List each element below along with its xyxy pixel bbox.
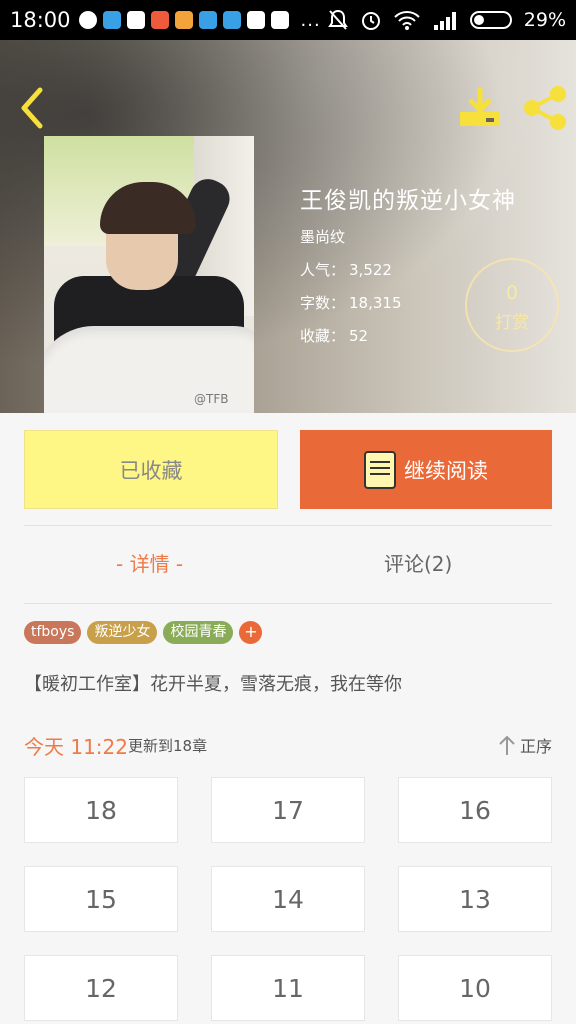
notification-icons: ... — [78, 9, 321, 31]
app-icon — [102, 11, 121, 29]
sort-toggle[interactable]: 正序 — [498, 733, 552, 757]
tag-list: tfboys 叛逆少女 校园青春 + — [24, 621, 263, 644]
tip-label: 打赏 — [495, 313, 529, 333]
book-header: @TFB 王俊凯的叛逆小女神 墨尚纹 人气： 3,522 字数： 18,315 收藏… — [0, 40, 576, 413]
chapter-button[interactable]: 14 — [211, 866, 365, 932]
qq-icon — [78, 11, 97, 29]
tip-button[interactable]: 0 打赏 — [465, 258, 559, 352]
mute-icon — [327, 9, 348, 30]
status-time: 18:00 — [10, 8, 71, 32]
app-icon — [150, 11, 169, 29]
chapter-button[interactable]: 17 — [211, 777, 365, 843]
continue-reading-label: 继续阅读 — [404, 458, 488, 483]
collected-label: 已收藏 — [119, 458, 183, 483]
app-icon — [198, 11, 217, 29]
popularity-label: 人气： — [300, 261, 346, 279]
chapter-button[interactable]: 13 — [398, 866, 552, 932]
tag-rebel-girl[interactable]: 叛逆少女 — [87, 621, 158, 644]
signal-icon — [433, 12, 456, 30]
alarm-icon — [361, 12, 380, 30]
more-notifications: ... — [300, 9, 321, 31]
chapter-button[interactable]: 12 — [24, 955, 178, 1021]
add-tag-button[interactable]: + — [239, 621, 263, 644]
update-text: 更新到18章 — [128, 737, 208, 755]
divider — [24, 525, 552, 526]
book-icon — [364, 450, 396, 489]
chapter-button[interactable]: 15 — [24, 866, 178, 932]
arrow-up-icon — [499, 735, 515, 755]
book-intro: 【暖初工作室】花开半夏，雪落无痕，我在等你 — [24, 674, 402, 695]
chapter-button[interactable]: 10 — [398, 955, 552, 1021]
update-row: 今天 11:22 更新到18章 正序 — [24, 731, 552, 759]
battery-icon — [469, 11, 512, 29]
word-count-value: 18,315 — [349, 294, 402, 312]
chapter-button[interactable]: 16 — [398, 777, 552, 843]
favorites-label: 收藏： — [300, 327, 346, 345]
download-icon[interactable] — [456, 86, 504, 130]
status-right: 29% — [327, 9, 566, 31]
sort-label: 正序 — [519, 737, 552, 756]
chapter-button[interactable]: 11 — [211, 955, 365, 1021]
word-count-label: 字数： — [300, 294, 346, 312]
favorites-value: 52 — [349, 327, 369, 345]
wifi-icon — [394, 11, 420, 30]
tab-detail[interactable]: - 详情 - — [116, 548, 183, 577]
share-icon[interactable] — [520, 84, 570, 132]
battery-percent: 29% — [523, 9, 566, 31]
tag-campus-youth[interactable]: 校园青春 — [163, 621, 234, 644]
chevron-left-icon[interactable] — [14, 86, 50, 130]
chapter-button[interactable]: 18 — [24, 777, 178, 843]
tag-tfboys[interactable]: tfboys — [24, 621, 82, 644]
continue-reading-button[interactable]: 继续阅读 — [300, 430, 552, 509]
tip-count: 0 — [505, 282, 519, 304]
popularity-value: 3,522 — [349, 261, 392, 279]
status-bar: 18:00 ... 29% — [0, 0, 576, 40]
book-title: 王俊凯的叛逆小女神 — [300, 188, 516, 214]
play-icon — [126, 11, 145, 29]
divider — [24, 603, 552, 604]
book-author[interactable]: 墨尚纹 — [300, 226, 560, 247]
app-icon — [222, 11, 241, 29]
update-time: 今天 11:22 — [24, 735, 128, 759]
book-cover[interactable]: @TFB — [44, 136, 254, 413]
play-icon — [270, 11, 289, 29]
tab-comments[interactable]: 评论(2) — [384, 548, 452, 577]
app-icon — [174, 11, 193, 29]
cover-watermark: @TFB — [194, 392, 229, 406]
collected-button[interactable]: 已收藏 — [24, 430, 278, 509]
play-icon — [246, 11, 265, 29]
